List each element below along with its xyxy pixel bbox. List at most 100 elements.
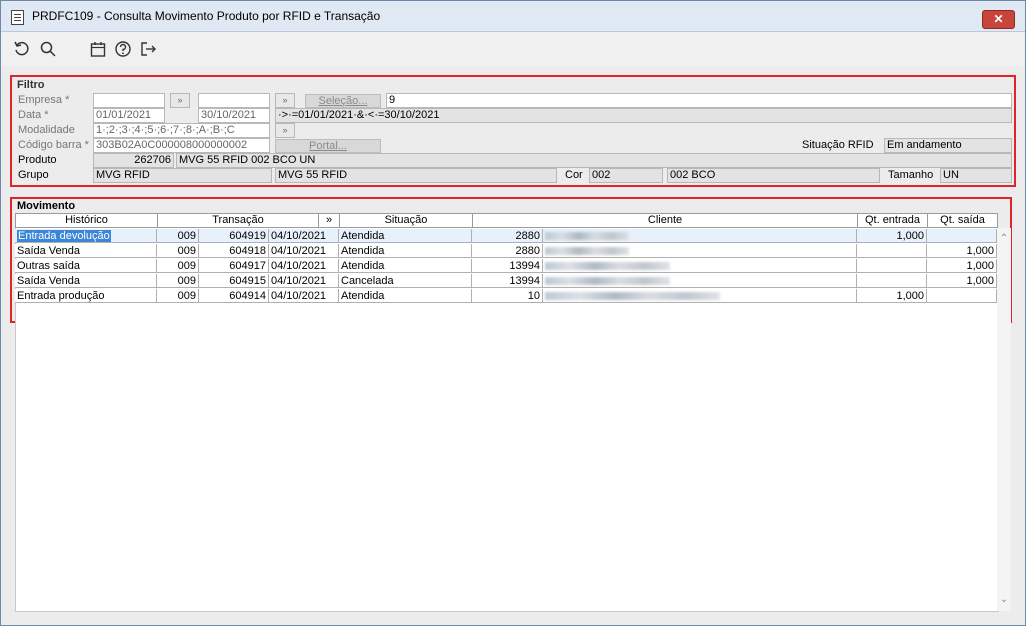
refresh-icon[interactable] (13, 40, 31, 58)
cell-qt-saida: 1,000 (927, 244, 997, 258)
calendar-icon[interactable] (89, 40, 107, 58)
cell-qt-entrada: 1,000 (857, 229, 927, 243)
produto-description: MVG 55 RFID 002 BCO UN (176, 153, 1012, 168)
data-expression: ·>·=01/01/2021·&·<·=30/10/2021 (275, 108, 1012, 123)
cell-serie: 009 (157, 274, 199, 288)
cell-situacao: Atendida (339, 289, 472, 303)
col-transacao[interactable]: Transação (158, 214, 319, 227)
help-icon[interactable] (114, 40, 132, 58)
cell-qt-saida: 1,000 (927, 259, 997, 273)
cell-serie: 009 (157, 244, 199, 258)
table-row[interactable]: Entrada produção 009 604914 04/10/2021 Atend… (15, 289, 998, 304)
cell-cliente-name (543, 229, 857, 243)
empresa-field[interactable] (93, 93, 165, 108)
document-icon (11, 10, 24, 25)
selecao-button[interactable]: Seleção... (305, 94, 381, 108)
data-to-field[interactable]: 30/10/2021 (198, 108, 270, 123)
cell-historico: Outras saída (15, 259, 157, 273)
cell-cliente-name (543, 259, 857, 273)
empresa-field-2[interactable] (198, 93, 270, 108)
cell-qt-entrada (857, 274, 927, 288)
empresa-lookup-button[interactable]: » (170, 93, 190, 108)
cell-qt-entrada: 1,000 (857, 289, 927, 303)
title-bar: PRDFC109 - Consulta Movimento Produto po… (1, 1, 1025, 32)
vertical-scrollbar[interactable]: ⌃ ⌄ (997, 228, 1011, 611)
cell-qt-saida (927, 289, 997, 303)
modalidade-label: Modalidade (18, 124, 75, 136)
cell-data: 04/10/2021 (269, 244, 339, 258)
cell-cliente-name (543, 244, 857, 258)
cell-transacao: 604914 (199, 289, 269, 303)
selected-text: Entrada devolução (17, 230, 111, 242)
empresa-label: Empresa * (18, 94, 70, 106)
cor-description: 002 BCO (667, 168, 880, 183)
cell-historico: Entrada devolução (15, 229, 157, 243)
cell-transacao: 604919 (199, 229, 269, 243)
redacted-client-name (545, 277, 670, 286)
exit-icon[interactable] (139, 40, 157, 58)
cell-cliente-code: 2880 (472, 244, 543, 258)
cell-qt-entrada (857, 244, 927, 258)
modalidade-lookup-button[interactable]: » (275, 123, 295, 138)
cell-transacao: 604917 (199, 259, 269, 273)
cell-historico: Saída Venda (15, 274, 157, 288)
col-qt-entrada[interactable]: Qt. entrada (858, 214, 928, 227)
cell-qt-saida: 1,000 (927, 274, 997, 288)
empresa-lookup-button-2[interactable]: » (275, 93, 295, 108)
col-situacao[interactable]: Situação (340, 214, 473, 227)
produto-code: 262706 (93, 153, 174, 168)
grupo-label: Grupo (18, 169, 49, 181)
redacted-client-name (545, 262, 670, 271)
toolbar (1, 32, 1025, 66)
redacted-client-name (545, 247, 629, 256)
cell-cliente-name (543, 274, 857, 288)
portal-button[interactable]: Portal... (275, 139, 381, 153)
cell-data: 04/10/2021 (269, 259, 339, 273)
window-title: PRDFC109 - Consulta Movimento Produto po… (32, 9, 381, 23)
codigo-barra-label: Código barra * (18, 139, 89, 151)
redacted-client-name (545, 232, 629, 241)
cell-transacao: 604915 (199, 274, 269, 288)
main-window: PRDFC109 - Consulta Movimento Produto po… (0, 0, 1026, 626)
cell-historico: Saída Venda (15, 244, 157, 258)
table-row[interactable]: Outras saída 009 604917 04/10/2021 Atendida 1… (15, 259, 998, 274)
table-row[interactable]: Saída Venda 009 604918 04/10/2021 Atendida 28… (15, 244, 998, 259)
situacao-rfid-value: Em andamento (884, 138, 1012, 153)
redacted-client-name (545, 292, 720, 301)
cell-cliente-name (543, 289, 857, 303)
cell-data: 04/10/2021 (269, 229, 339, 243)
produto-label: Produto (18, 154, 57, 166)
scroll-down-icon[interactable]: ⌄ (999, 595, 1009, 605)
cell-cliente-code: 13994 (472, 259, 543, 273)
grupo-value: MVG RFID (93, 168, 272, 183)
col-cliente[interactable]: Cliente (473, 214, 858, 227)
col-historico[interactable]: Histórico (16, 214, 158, 227)
data-label: Data * (18, 109, 49, 121)
cell-situacao: Atendida (339, 229, 472, 243)
cell-situacao: Atendida (339, 259, 472, 273)
situacao-rfid-label: Situação RFID (802, 139, 874, 151)
cell-cliente-code: 13994 (472, 274, 543, 288)
col-expand[interactable]: » (319, 214, 340, 227)
filtro-label: Filtro (17, 79, 45, 91)
cell-cliente-code: 10 (472, 289, 543, 303)
cell-situacao: Cancelada (339, 274, 472, 288)
table-row[interactable]: Entrada devolução 009 604919 04/10/2021 Aten… (15, 229, 998, 244)
cell-historico: Entrada produção (15, 289, 157, 303)
grid-header: Histórico Transação » Situação Cliente Q… (15, 213, 998, 228)
cell-transacao: 604918 (199, 244, 269, 258)
scroll-up-icon[interactable]: ⌃ (999, 234, 1009, 244)
search-icon[interactable] (39, 40, 57, 58)
cell-cliente-code: 2880 (472, 229, 543, 243)
grupo-description: MVG 55 RFID (275, 168, 557, 183)
data-from-field[interactable]: 01/01/2021 (93, 108, 165, 123)
table-row[interactable]: Saída Venda 009 604915 04/10/2021 Cancelada 1… (15, 274, 998, 289)
col-qt-saida[interactable]: Qt. saída (928, 214, 997, 227)
close-button[interactable]: ✕ (982, 10, 1015, 29)
codigo-barra-field[interactable]: 303B02A0C000008000000002 (93, 138, 270, 153)
cell-situacao: Atendida (339, 244, 472, 258)
cor-code: 002 (589, 168, 663, 183)
cell-qt-saida (927, 229, 997, 243)
modalidade-field[interactable]: 1·;2·;3·;4·;5·;6·;7·;8·;A·;B·;C (93, 123, 270, 138)
cell-serie: 009 (157, 229, 199, 243)
